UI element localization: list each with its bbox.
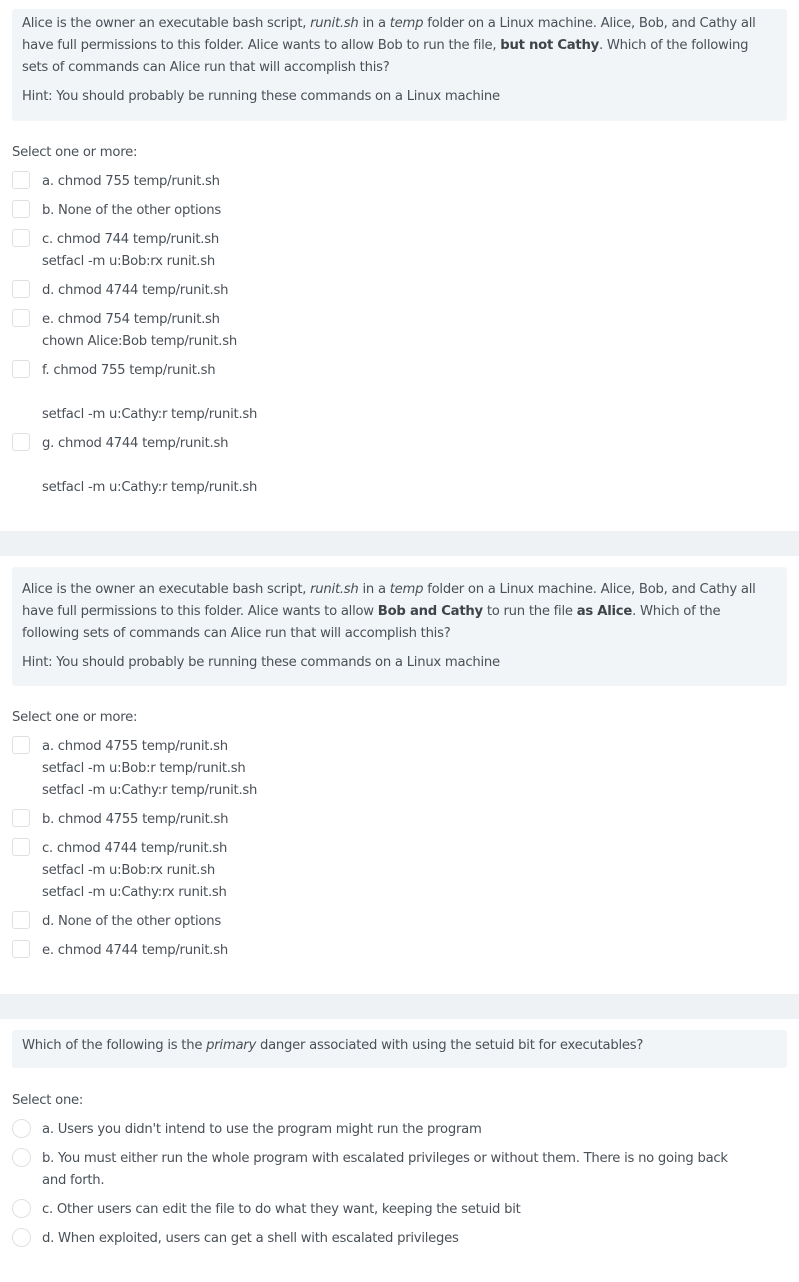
- checkbox[interactable]: [12, 200, 30, 218]
- option-label: g. chmod 4744 temp/runit.sh: [42, 436, 229, 451]
- option-label-line: setfacl -m u:Bob:r temp/runit.sh: [42, 761, 246, 776]
- option-label-line: setfacl -m u:Cathy:rx runit.sh: [42, 885, 227, 900]
- option-label: b. chmod 4755 temp/runit.sh: [42, 812, 229, 827]
- checkbox[interactable]: [12, 229, 30, 247]
- option-label: f. chmod 755 temp/runit.sh: [42, 363, 216, 378]
- option-label: d. None of the other options: [42, 914, 221, 929]
- checkbox[interactable]: [12, 736, 30, 754]
- option-label-line: setfacl -m u:Cathy:r temp/runit.sh: [42, 783, 258, 798]
- checkbox[interactable]: [12, 809, 30, 827]
- option-label: c. chmod 744 temp/runit.sh: [42, 232, 219, 247]
- option-label-line: and forth.: [42, 1173, 105, 1188]
- checkbox[interactable]: [12, 171, 30, 189]
- question-text-line: Alice is the owner an executable bash sc…: [22, 16, 756, 31]
- option-label-line: setfacl -m u:Bob:rx runit.sh: [42, 863, 215, 878]
- emphasis-italic: temp: [389, 582, 424, 597]
- question-text-line: have full permissions to this folder. Al…: [22, 38, 749, 53]
- option-label: d. When exploited, users can get a shell…: [42, 1231, 459, 1246]
- question-3: Which of the following is the primary da…: [0, 1030, 799, 1282]
- question-text-line: have full permissions to this folder. Al…: [22, 604, 721, 619]
- emphasis-bold: Bob and Cathy: [377, 604, 483, 619]
- checkbox[interactable]: [12, 838, 30, 856]
- radio-button[interactable]: [12, 1228, 31, 1247]
- question-divider: [0, 531, 799, 556]
- checkbox[interactable]: [12, 911, 30, 929]
- emphasis-italic: temp: [389, 16, 424, 31]
- emphasis-italic: primary: [206, 1038, 257, 1053]
- emphasis-bold: as Alice: [576, 604, 633, 619]
- question-hint: Hint: You should probably be running the…: [22, 655, 500, 670]
- option-label: b. None of the other options: [42, 203, 221, 218]
- question-text-box: Alice is the owner an executable bash sc…: [12, 9, 787, 121]
- option-label: e. chmod 4744 temp/runit.sh: [42, 943, 228, 958]
- radio-button[interactable]: [12, 1148, 31, 1167]
- select-prompt: Select one:: [12, 1093, 84, 1108]
- select-prompt: Select one or more:: [12, 145, 138, 160]
- question-text-line: Which of the following is the primary da…: [22, 1038, 644, 1053]
- emphasis-italic: runit.sh: [310, 16, 359, 31]
- question-1: Alice is the owner an executable bash sc…: [0, 0, 799, 530]
- emphasis-bold: but not Cathy: [500, 38, 599, 53]
- question-text-line: sets of commands can Alice run that will…: [22, 60, 390, 75]
- checkbox[interactable]: [12, 309, 30, 327]
- option-label: e. chmod 754 temp/runit.sh: [42, 312, 220, 327]
- checkbox[interactable]: [12, 433, 30, 451]
- emphasis-italic: runit.sh: [310, 582, 359, 597]
- option-label-line: chown Alice:Bob temp/runit.sh: [42, 334, 237, 349]
- option-label: d. chmod 4744 temp/runit.sh: [42, 283, 229, 298]
- radio-button[interactable]: [12, 1199, 31, 1218]
- checkbox[interactable]: [12, 940, 30, 958]
- question-text-box: Alice is the owner an executable bash sc…: [12, 567, 787, 686]
- question-text-line: following sets of commands can Alice run…: [22, 626, 451, 641]
- radio-button[interactable]: [12, 1119, 31, 1138]
- select-prompt: Select one or more:: [12, 710, 138, 725]
- question-text-box: Which of the following is the primary da…: [12, 1030, 787, 1068]
- question-2: Alice is the owner an executable bash sc…: [0, 567, 799, 987]
- question-hint: Hint: You should probably be running the…: [22, 89, 500, 104]
- option-label: b. You must either run the whole program…: [42, 1151, 728, 1166]
- checkbox[interactable]: [12, 360, 30, 378]
- option-label-line: setfacl -m u:Bob:rx runit.sh: [42, 254, 215, 269]
- option-label-line: setfacl -m u:Cathy:r temp/runit.sh: [42, 407, 258, 422]
- question-divider: [0, 994, 799, 1019]
- option-label: c. chmod 4744 temp/runit.sh: [42, 841, 228, 856]
- option-label: a. chmod 755 temp/runit.sh: [42, 174, 220, 189]
- option-label: a. chmod 4755 temp/runit.sh: [42, 739, 228, 754]
- checkbox[interactable]: [12, 280, 30, 298]
- question-text-line: Alice is the owner an executable bash sc…: [22, 582, 756, 597]
- option-label-line: setfacl -m u:Cathy:r temp/runit.sh: [42, 480, 258, 495]
- option-label: a. Users you didn't intend to use the pr…: [42, 1122, 482, 1137]
- option-label: c. Other users can edit the file to do w…: [42, 1202, 521, 1217]
